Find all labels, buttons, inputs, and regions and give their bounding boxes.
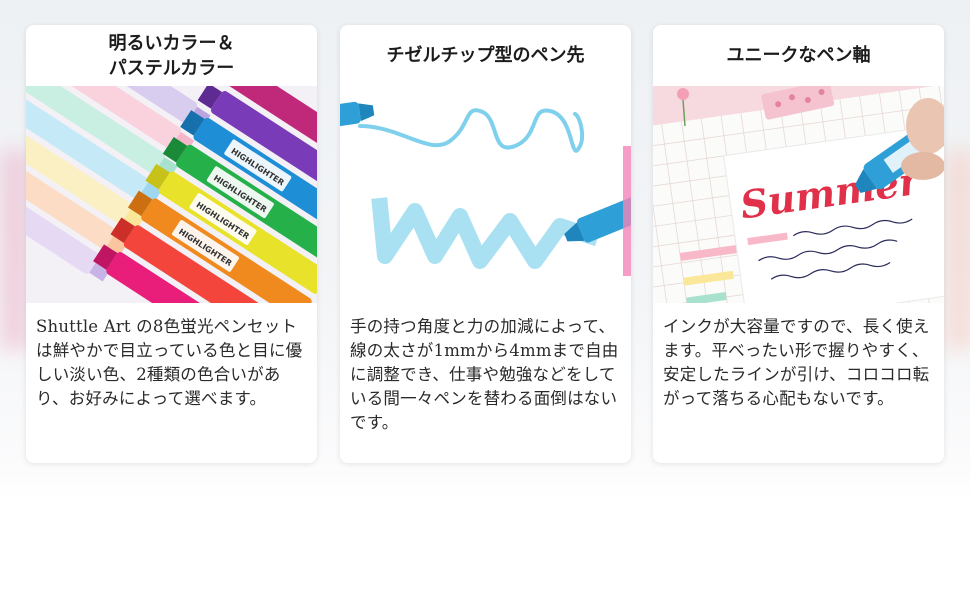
notebook-summer-image: Summer bbox=[653, 86, 944, 303]
card-description: インクが大容量ですので、長く使えます。平べったい形で握りやすく、安定したラインが… bbox=[663, 317, 930, 408]
chisel-tip-strokes-image bbox=[340, 86, 631, 303]
pastel-highlighters-image: HIGHLIGHTER HIGHLIGHTER HIGHLIGHTER HIGH… bbox=[26, 86, 317, 303]
card-title: チゼルチップ型のペン先 bbox=[386, 45, 585, 66]
card-description: 手の持つ角度と力の加減によって、線の太さが1mmから4mmまで自由に調整でき、仕… bbox=[350, 317, 619, 432]
feature-card-pen-body: ユニークなペン軸 Summer インクが大容量ですので、長く使えます。平べったい… bbox=[653, 25, 944, 463]
feature-card-chisel-tip: チゼルチップ型のペン先 手の持つ角度と力の加減によって、線の太さが1mmから4m… bbox=[340, 25, 631, 463]
right-edge-blur bbox=[945, 150, 970, 350]
feature-card-colors: 明るいカラー＆ パステルカラー HIGHLIGHTER HIGHLIGHTER … bbox=[26, 25, 317, 463]
card-description: Shuttle Art の8色蛍光ペンセットは鮮やかで目立っている色と目に優しい… bbox=[36, 317, 303, 408]
card-title: ユニークなペン軸 bbox=[726, 45, 871, 66]
card-title: 明るいカラー＆ パステルカラー bbox=[108, 32, 235, 79]
